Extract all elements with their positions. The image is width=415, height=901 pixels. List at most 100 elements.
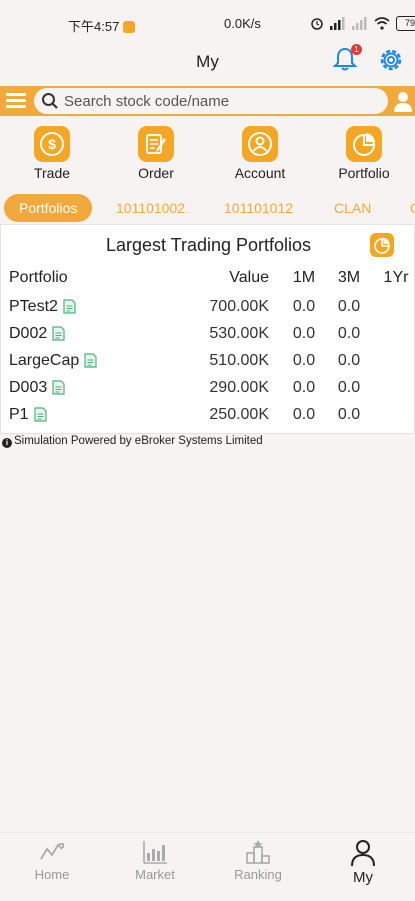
table-row[interactable]: D002 530.00K 0.0 0.0 — [1, 325, 415, 351]
user-icon — [394, 92, 412, 112]
portfolio-name-text: D003 — [9, 379, 48, 396]
notification-button[interactable]: 1 — [332, 44, 362, 74]
battery-level: 79 — [404, 17, 415, 28]
table-row[interactable]: D003 290.00K 0.0 0.0 — [1, 379, 415, 405]
quick-action-label: Order — [138, 165, 174, 181]
footnote-text: Simulation Powered by eBroker Systems Li… — [14, 435, 263, 447]
column-header: 1M — [292, 269, 316, 286]
gear-icon — [380, 49, 402, 71]
table-row[interactable]: P1 250.00K 0.0 0.0 — [1, 406, 415, 432]
portfolio-name-text: P1 — [9, 406, 29, 423]
footnote: i Simulation Powered by eBroker Systems L… — [2, 435, 263, 448]
nav-market[interactable]: Market — [115, 839, 195, 882]
status-icons: 79 — [310, 14, 415, 32]
document-icon[interactable] — [84, 353, 97, 368]
nav-label: Home — [34, 867, 70, 882]
profile-button[interactable] — [390, 88, 415, 114]
signal-icon-2 — [352, 17, 367, 30]
menu-icon-line — [6, 93, 26, 96]
return-1m: 0.0 — [292, 406, 316, 423]
portfolio-value: 250.00K — [209, 406, 269, 423]
portfolio-name: D003 — [9, 379, 65, 397]
return-1m: 0.0 — [292, 298, 316, 315]
tab-overflow-indicator[interactable]: C — [410, 194, 415, 222]
menu-button[interactable] — [4, 90, 28, 112]
nav-label: Ranking — [234, 867, 282, 882]
alarm-icon — [311, 18, 323, 30]
portfolio-value: 510.00K — [209, 352, 269, 369]
chart-view-button[interactable] — [370, 233, 394, 257]
settings-button[interactable] — [377, 46, 405, 74]
return-3m: 0.0 — [337, 406, 361, 423]
order-icon — [138, 126, 174, 162]
return-3m: 0.0 — [337, 325, 361, 342]
quick-action-portfolio[interactable]: Portfolio — [319, 126, 409, 181]
top-header: My 1 — [0, 44, 415, 84]
search-icon — [42, 93, 58, 109]
table-row[interactable]: PTest2 700.00K 0.0 0.0 — [1, 298, 415, 324]
nav-label: My — [353, 869, 373, 886]
table-row[interactable]: LargeCap 510.00K 0.0 0.0 — [1, 352, 415, 378]
return-1m: 0.0 — [292, 379, 316, 396]
status-bar: 下午4:57 0.0K/s 79 — [0, 0, 415, 44]
account-icon — [242, 126, 278, 162]
market-icon — [143, 841, 167, 864]
portfolio-name-text: D002 — [9, 325, 48, 342]
return-3m: 0.0 — [337, 352, 361, 369]
return-3m: 0.0 — [337, 298, 361, 315]
menu-icon-line — [6, 105, 26, 108]
document-icon[interactable] — [33, 407, 47, 422]
quick-action-order[interactable]: Order — [111, 126, 201, 181]
portfolio-name: D002 — [9, 325, 65, 343]
search-box[interactable] — [34, 88, 388, 114]
dollar-icon: $ — [34, 126, 70, 162]
notification-badge: 1 — [351, 44, 362, 55]
bottom-nav: Home Market Ranking My — [0, 832, 415, 901]
status-time: 下午4:57 — [68, 16, 136, 35]
nav-ranking[interactable]: Ranking — [218, 839, 298, 882]
signal-icon — [330, 17, 345, 30]
quick-action-trade[interactable]: $ Trade — [7, 126, 97, 181]
app-notification-icon — [123, 21, 136, 33]
document-icon[interactable] — [63, 299, 76, 314]
portfolio-tabs: Portfolios 101101002 101101012 CLAN C — [0, 194, 415, 222]
panel-title: Largest Trading Portfolios — [105, 235, 312, 255]
tab-portfolios[interactable]: Portfolios — [4, 194, 93, 222]
pie-chart-icon — [374, 237, 390, 254]
ranking-icon — [246, 840, 270, 864]
portfolio-name: P1 — [9, 406, 47, 424]
portfolio-name: LargeCap — [9, 352, 97, 370]
wifi-icon — [374, 16, 390, 30]
quick-action-account[interactable]: Account — [215, 126, 305, 181]
return-1m: 0.0 — [292, 352, 316, 369]
pie-chart-icon — [346, 126, 382, 162]
nav-label: Market — [135, 867, 175, 882]
portfolio-name: PTest2 — [9, 298, 76, 316]
network-speed: 0.0K/s — [224, 16, 261, 31]
info-icon: i — [2, 438, 12, 448]
portfolio-value: 530.00K — [209, 325, 269, 342]
svg-text:$: $ — [48, 136, 56, 152]
document-icon[interactable] — [52, 380, 65, 395]
portfolio-name-text: PTest2 — [9, 298, 58, 315]
table-header: Portfolio Value 1M 3M 1Yr — [1, 269, 415, 295]
portfolio-value: 700.00K — [209, 298, 269, 315]
person-icon — [351, 840, 375, 867]
nav-home[interactable]: Home — [12, 839, 92, 882]
quick-actions: $ Trade Order Account Portfolio — [0, 126, 415, 186]
menu-icon-line — [6, 99, 26, 102]
column-header: 3M — [337, 269, 361, 286]
column-header: Portfolio — [9, 269, 68, 286]
column-header: Value — [229, 269, 269, 286]
tab-clan[interactable]: CLAN — [334, 194, 371, 222]
quick-action-label: Portfolio — [338, 165, 390, 181]
tab-101101012[interactable]: 101101012 — [224, 194, 293, 222]
document-icon[interactable] — [52, 326, 65, 341]
search-input[interactable] — [64, 90, 374, 112]
return-3m: 0.0 — [337, 379, 361, 396]
quick-action-label: Account — [234, 165, 286, 181]
return-1m: 0.0 — [292, 325, 316, 342]
nav-my[interactable]: My — [323, 839, 403, 886]
home-chart-icon — [40, 843, 64, 860]
tab-101101002[interactable]: 101101002 — [116, 194, 185, 222]
